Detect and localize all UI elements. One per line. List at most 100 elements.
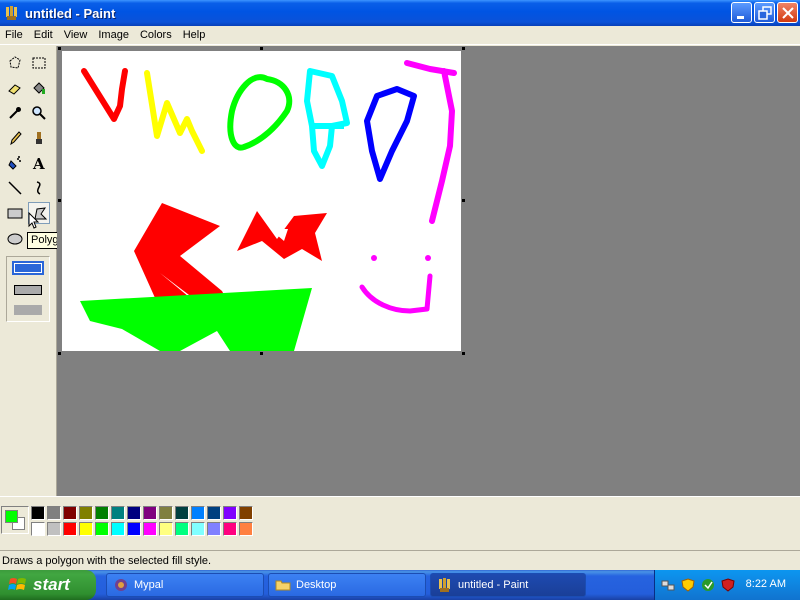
color-swatch[interactable]	[223, 522, 237, 536]
fill-bucket-icon	[33, 82, 45, 94]
foreground-color	[5, 510, 18, 523]
tool-magnifier[interactable]	[28, 102, 50, 124]
color-swatch[interactable]	[207, 506, 221, 520]
color-swatch[interactable]	[191, 506, 205, 520]
color-swatch[interactable]	[47, 506, 61, 520]
fill-style-options	[6, 256, 50, 322]
color-swatch[interactable]	[111, 506, 125, 520]
color-swatch[interactable]	[191, 522, 205, 536]
color-swatch[interactable]	[111, 522, 125, 536]
folder-icon	[275, 580, 291, 591]
text-icon: A	[32, 155, 45, 171]
color-swatch[interactable]	[143, 522, 157, 536]
mouse-cursor-icon	[28, 212, 40, 229]
svg-text:A: A	[32, 155, 45, 171]
free-form-select-icon	[9, 56, 21, 69]
color-swatch[interactable]	[47, 522, 61, 536]
paint-app-icon	[6, 6, 17, 20]
menu-bar: File Edit View Image Colors Help	[0, 26, 800, 45]
clock: 8:22 AM	[745, 578, 786, 590]
airbrush-icon	[8, 156, 21, 170]
eraser-icon	[8, 84, 21, 95]
color-swatch[interactable]	[159, 522, 173, 536]
taskbar-item-paint[interactable]: untitled - Paint	[430, 573, 586, 597]
color-swatch[interactable]	[31, 506, 45, 520]
workspace	[57, 46, 800, 496]
close-icon	[782, 7, 794, 19]
menu-view[interactable]: View	[59, 29, 94, 41]
brush-icon	[36, 132, 42, 144]
taskbar-item-label: Desktop	[296, 579, 337, 591]
tool-curve[interactable]	[28, 177, 50, 199]
taskbar-item-label: untitled - Paint	[458, 579, 529, 591]
current-colors	[1, 506, 29, 534]
fill-style-fill[interactable]	[12, 303, 44, 317]
mypal-icon	[115, 579, 127, 591]
toolbox: A Polygon	[0, 46, 75, 496]
close-button[interactable]	[777, 2, 798, 23]
taskbar: start Mypal Desktop untitled - Paint 8:2…	[0, 570, 800, 600]
restore-icon	[758, 6, 772, 20]
color-swatch[interactable]	[239, 506, 253, 520]
minimize-button[interactable]	[731, 2, 752, 23]
color-swatch[interactable]	[79, 522, 93, 536]
rectangle-icon	[7, 208, 23, 219]
color-swatch[interactable]	[95, 506, 109, 520]
tool-airbrush[interactable]	[4, 152, 26, 174]
menu-image[interactable]: Image	[93, 29, 135, 41]
curve-icon	[36, 181, 41, 195]
canvas-drawing	[80, 60, 457, 351]
tool-rectangle[interactable]	[4, 202, 26, 224]
color-swatch[interactable]	[175, 522, 189, 536]
tool-select[interactable]	[28, 52, 50, 74]
fill-style-outline[interactable]	[12, 261, 44, 275]
color-swatch[interactable]	[95, 522, 109, 536]
select-icon	[32, 57, 46, 69]
ellipse-icon	[7, 233, 23, 245]
taskbar-item-label: Mypal	[134, 579, 164, 591]
title-bar[interactable]: untitled - Paint	[0, 0, 800, 26]
tool-pencil[interactable]	[4, 127, 26, 149]
tool-text[interactable]: A	[28, 152, 50, 174]
minimize-icon	[737, 16, 744, 19]
color-swatch[interactable]	[143, 506, 157, 520]
pencil-icon	[10, 131, 22, 146]
color-swatch[interactable]	[63, 522, 77, 536]
menu-help[interactable]: Help	[178, 29, 212, 41]
network-icon[interactable]	[661, 578, 675, 592]
color-swatch[interactable]	[239, 522, 253, 536]
start-button[interactable]: start	[0, 570, 96, 600]
start-label: start	[33, 575, 70, 594]
tool-pick-color[interactable]	[4, 102, 26, 124]
windows-flag-icon	[8, 578, 26, 590]
tool-line[interactable]	[4, 177, 26, 199]
taskbar-item-desktop[interactable]: Desktop	[268, 573, 426, 597]
tool-fill[interactable]	[28, 77, 50, 99]
tool-ellipse[interactable]	[4, 227, 26, 249]
menu-edit[interactable]: Edit	[29, 29, 59, 41]
color-swatch[interactable]	[79, 506, 93, 520]
tool-brush[interactable]	[28, 127, 50, 149]
color-swatch[interactable]	[207, 522, 221, 536]
update-icon[interactable]	[701, 578, 715, 592]
alert-shield-icon[interactable]	[721, 578, 735, 592]
taskbar-item-mypal[interactable]: Mypal	[106, 573, 264, 597]
color-swatch[interactable]	[31, 522, 45, 536]
drawing-canvas[interactable]	[58, 47, 465, 355]
color-swatch[interactable]	[127, 522, 141, 536]
color-palette	[0, 496, 800, 544]
color-swatch[interactable]	[63, 506, 77, 520]
menu-file[interactable]: File	[0, 29, 29, 41]
tool-eraser[interactable]	[4, 77, 26, 99]
window-title: untitled - Paint	[25, 5, 116, 21]
color-swatch[interactable]	[223, 506, 237, 520]
paint-app-icon	[439, 578, 450, 592]
restore-button[interactable]	[754, 2, 775, 23]
fill-style-outline-fill[interactable]	[12, 283, 44, 297]
security-shield-icon[interactable]	[681, 578, 695, 592]
color-swatch[interactable]	[175, 506, 189, 520]
color-swatch[interactable]	[127, 506, 141, 520]
menu-colors[interactable]: Colors	[135, 29, 178, 41]
color-swatch[interactable]	[159, 506, 173, 520]
tool-free-form-select[interactable]	[4, 52, 26, 74]
